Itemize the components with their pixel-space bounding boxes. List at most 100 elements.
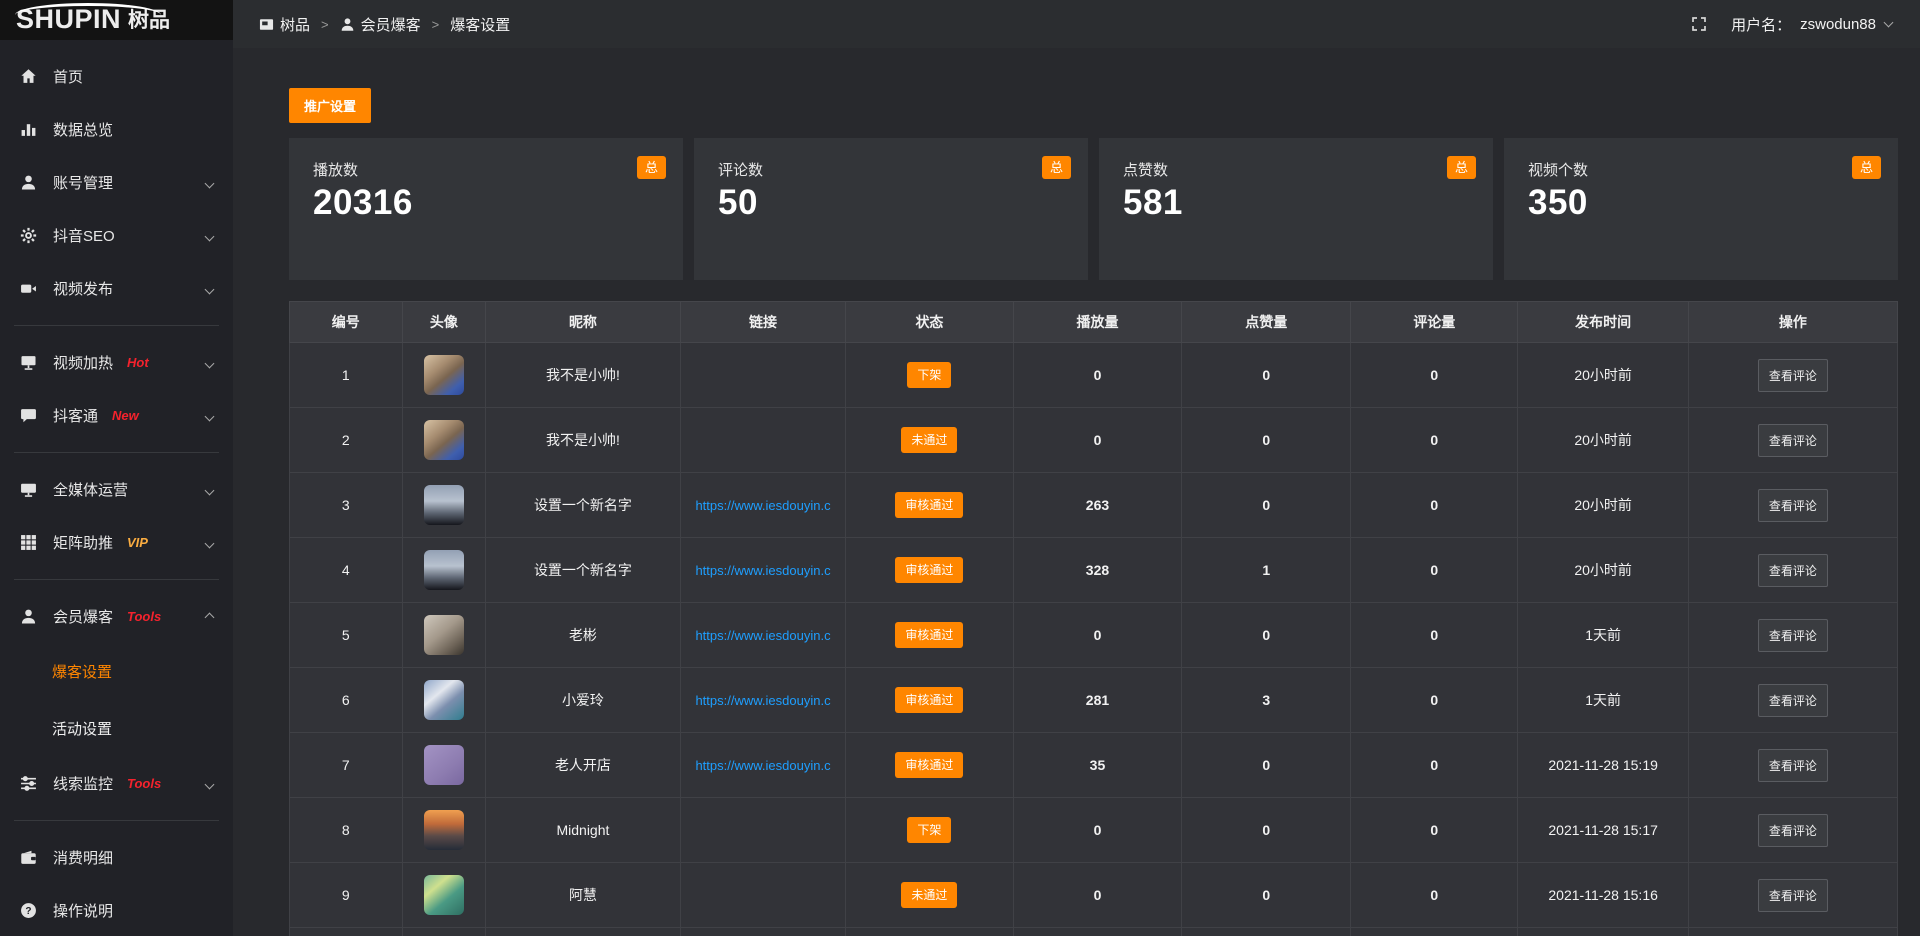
cell-plays: 328 (1013, 538, 1182, 603)
avatar (424, 615, 464, 655)
status-badge: 审核通过 (895, 687, 963, 713)
sidebar-item-线索监控[interactable]: 线索监控Tools (0, 757, 233, 810)
sidebar-item-首页[interactable]: 首页 (0, 50, 233, 103)
svg-text:?: ? (25, 906, 31, 917)
promotion-settings-button[interactable]: 推广设置 (289, 88, 371, 123)
question-icon: ? (20, 902, 37, 919)
cell-number: 8 (290, 798, 403, 863)
cell-status: 审核通过 (846, 733, 1013, 798)
avatar (424, 550, 464, 590)
status-badge: 审核通过 (895, 557, 963, 583)
cell-action (1688, 928, 1897, 936)
video-link[interactable]: https://www.iesdouyin.c (687, 498, 840, 513)
video-link[interactable]: https://www.iesdouyin.c (687, 758, 840, 773)
cell-link (680, 408, 846, 473)
sidebar-item-抖音SEO[interactable]: 抖音SEO (0, 209, 233, 262)
cell-number: 5 (290, 603, 403, 668)
cell-action: 查看评论 (1688, 668, 1897, 733)
chevron-down-icon (1884, 17, 1894, 27)
cell-number: 4 (290, 538, 403, 603)
sidebar-item-操作说明[interactable]: ?操作说明 (0, 884, 233, 936)
cell-comments: 0 (1351, 668, 1518, 733)
status-badge: 审核通过 (895, 752, 963, 778)
video-link[interactable]: https://www.iesdouyin.c (687, 693, 840, 708)
cell-action: 查看评论 (1688, 603, 1897, 668)
sidebar-subitem-活动设置[interactable]: 活动设置 (0, 700, 233, 757)
chevron-down-icon (206, 775, 213, 792)
cell-plays: 263 (1013, 473, 1182, 538)
status-badge: 下架 (907, 362, 951, 388)
breadcrumb-item: 爆客设置 (450, 14, 510, 35)
user-icon (340, 17, 355, 32)
sidebar-item-矩阵助推[interactable]: 矩阵助推 VIP (0, 516, 233, 569)
cell-publish-time: 2021-11-28 15:17 (1518, 798, 1688, 863)
sidebar-item-label: 矩阵助推 (53, 532, 113, 553)
breadcrumb-label: 树品 (280, 14, 310, 35)
stat-value: 581 (1123, 183, 1469, 223)
cell-comments (1351, 928, 1518, 936)
cell-likes: 0 (1182, 473, 1351, 538)
cell-likes (1182, 928, 1351, 936)
sidebar-item-视频加热[interactable]: 视频加热Hot (0, 336, 233, 389)
status-badge: 未通过 (901, 427, 957, 453)
cell-comments: 0 (1351, 343, 1518, 408)
cell-plays: 0 (1013, 408, 1182, 473)
sidebar-item-消费明细[interactable]: 消费明细 (0, 831, 233, 884)
sidebar-item-全媒体运营[interactable]: 全媒体运营 (0, 463, 233, 516)
user-menu[interactable]: 用户名：zswodun88 (1731, 14, 1892, 35)
status-badge: 未通过 (901, 882, 957, 908)
view-comments-button[interactable]: 查看评论 (1758, 684, 1828, 717)
sidebar-item-label: 视频发布 (53, 278, 113, 299)
cell-nickname: 我不是小帅! (486, 343, 681, 408)
cell-number (290, 928, 403, 936)
cell-plays: 0 (1013, 343, 1182, 408)
stat-label: 视频个数 (1528, 159, 1874, 180)
video-link[interactable]: https://www.iesdouyin.c (687, 628, 840, 643)
sidebar-item-badge: Tools (127, 609, 161, 624)
view-comments-button[interactable]: 查看评论 (1758, 359, 1828, 392)
fullscreen-icon[interactable] (1691, 16, 1707, 32)
sidebar-item-label: 数据总览 (53, 119, 113, 140)
view-comments-button[interactable]: 查看评论 (1758, 619, 1828, 652)
status-badge: 下架 (907, 817, 951, 843)
cell-likes: 1 (1182, 538, 1351, 603)
cell-number: 2 (290, 408, 403, 473)
cell-avatar (402, 343, 486, 408)
cell-likes: 0 (1182, 863, 1351, 928)
videos-table: 编号头像昵称链接状态播放量点赞量评论量发布时间操作 1我不是小帅!下架00020… (289, 301, 1898, 936)
sidebar-item-label: 抖客通 (53, 405, 98, 426)
column-header-操作: 操作 (1688, 302, 1897, 343)
sidebar-item-视频发布[interactable]: 视频发布 (0, 262, 233, 315)
stat-value: 50 (718, 183, 1064, 223)
cell-avatar (402, 538, 486, 603)
sidebar-item-数据总览[interactable]: 数据总览 (0, 103, 233, 156)
cell-publish-time: 20小时前 (1518, 538, 1688, 603)
sidebar-item-抖客通[interactable]: 抖客通New (0, 389, 233, 442)
sidebar-item-账号管理[interactable]: 账号管理 (0, 156, 233, 209)
stat-total-badge: 总 (1042, 156, 1071, 179)
chevron-down-icon (206, 280, 213, 297)
cell-plays: 0 (1013, 863, 1182, 928)
cell-likes: 0 (1182, 733, 1351, 798)
view-comments-button[interactable]: 查看评论 (1758, 424, 1828, 457)
app-icon (259, 17, 274, 32)
view-comments-button[interactable]: 查看评论 (1758, 879, 1828, 912)
view-comments-button[interactable]: 查看评论 (1758, 814, 1828, 847)
view-comments-button[interactable]: 查看评论 (1758, 554, 1828, 587)
cell-plays: 281 (1013, 668, 1182, 733)
stat-total-badge: 总 (1852, 156, 1881, 179)
sidebar-subitem-爆客设置[interactable]: 爆客设置 (0, 643, 233, 700)
sidebar-item-label: 会员爆客 (53, 606, 113, 627)
sidebar-item-badge: VIP (127, 535, 148, 550)
view-comments-button[interactable]: 查看评论 (1758, 749, 1828, 782)
cell-number: 1 (290, 343, 403, 408)
bar-chart-icon (20, 121, 37, 138)
view-comments-button[interactable]: 查看评论 (1758, 489, 1828, 522)
sidebar-item-会员爆客[interactable]: 会员爆客 Tools (0, 590, 233, 643)
breadcrumb-item[interactable]: 会员爆客 (340, 14, 421, 35)
cell-status: 下架 (846, 343, 1013, 408)
status-badge: 审核通过 (895, 622, 963, 648)
video-link[interactable]: https://www.iesdouyin.c (687, 563, 840, 578)
cell-publish-time: 20小时前 (1518, 473, 1688, 538)
breadcrumb-item[interactable]: 树品 (259, 14, 310, 35)
